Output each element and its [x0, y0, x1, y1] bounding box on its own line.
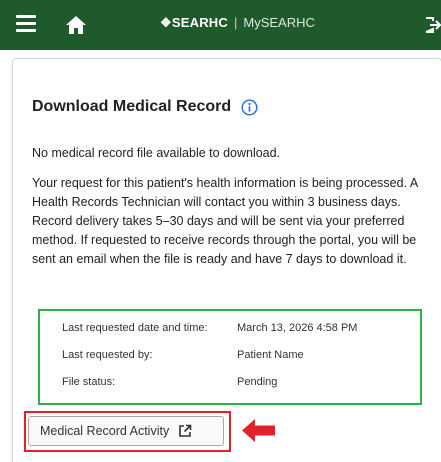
home-icon[interactable] — [64, 14, 88, 36]
status-value: Pending — [237, 376, 278, 388]
info-icon[interactable] — [241, 98, 258, 116]
exit-icon[interactable] — [424, 16, 441, 34]
top-nav-bar: ❖SEARHC | MySEARHC — [0, 0, 441, 50]
status-row-requester: Last requested by: Patient Name — [62, 349, 304, 361]
external-link-icon — [179, 424, 192, 437]
status-row-file-status: File status: Pending — [62, 376, 277, 388]
status-label: Last requested by: — [62, 349, 153, 361]
request-status-box: Last requested date and time: March 13, … — [38, 309, 422, 405]
activity-button-label: Medical Record Activity — [40, 424, 170, 438]
logo-mark-icon: ❖ — [160, 15, 172, 30]
status-value: Patient Name — [237, 349, 304, 361]
no-file-message: No medical record file available to down… — [32, 146, 281, 160]
status-value: March 13, 2026 4:58 PM — [237, 322, 358, 334]
status-label: Last requested date and time: — [62, 322, 208, 334]
menu-icon[interactable] — [16, 15, 36, 35]
status-label: File status: — [62, 376, 116, 388]
request-processing-message: Your request for this patient's health i… — [32, 176, 418, 266]
brand-logo[interactable]: ❖SEARHC | MySEARHC — [160, 15, 315, 31]
brand-separator: | — [233, 15, 238, 30]
callout-arrow-icon — [242, 419, 275, 442]
brand-name: SEARHC — [171, 15, 228, 30]
brand-subtitle: MySEARHC — [243, 15, 315, 30]
status-row-date: Last requested date and time: March 13, … — [62, 322, 357, 334]
page-title: Download Medical Record — [32, 98, 258, 116]
medical-record-activity-button[interactable]: Medical Record Activity — [28, 416, 224, 446]
page-title-text: Download Medical Record — [32, 98, 232, 115]
